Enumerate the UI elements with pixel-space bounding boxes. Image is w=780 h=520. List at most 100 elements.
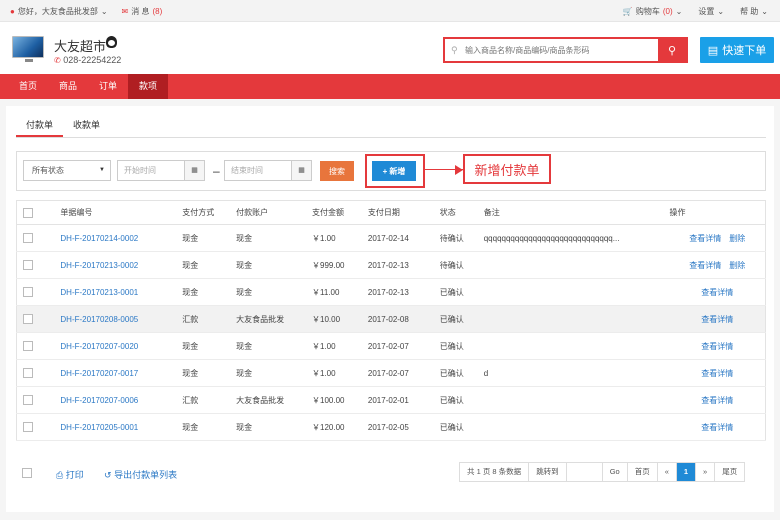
cart-link[interactable]: 🛒 购物车 (0) ⌄ (623, 6, 682, 17)
table-row: DH-F-20170207-0006 汇款 大友食品批发 ￥100.00 2017-02… (16, 386, 766, 414)
date-cell: 2017-02-01 (367, 386, 440, 414)
view-details-link[interactable]: 查看详情 (689, 234, 721, 243)
amount-cell: ￥999.00 (312, 251, 368, 279)
nav-item-products[interactable]: 商品 (48, 74, 88, 99)
actions-cell: 查看详情 (669, 305, 766, 333)
document-icon: ▤ (707, 44, 719, 57)
view-details-link[interactable]: 查看详情 (701, 369, 733, 378)
end-date-input[interactable]: 结束时间 ▦ (224, 160, 312, 181)
search-icon: ⚲ (667, 44, 677, 57)
pager-go-button[interactable]: Go (602, 463, 628, 481)
search-box: ⚲ ⚲ (443, 37, 688, 63)
chevron-down-icon: ⌄ (761, 7, 768, 16)
row-select-cell (16, 305, 61, 333)
select-all-checkbox[interactable] (23, 207, 33, 218)
view-details-link[interactable]: 查看详情 (689, 261, 721, 270)
view-details-link[interactable]: 查看详情 (701, 288, 733, 297)
search-input[interactable] (445, 39, 660, 61)
status-cell: 待确认 (439, 251, 484, 279)
quick-order-button[interactable]: ▤ 快速下单 (700, 37, 774, 63)
status-cell: 已确认 (439, 413, 484, 441)
view-details-link[interactable]: 查看详情 (701, 396, 733, 405)
pager-first-button[interactable]: 首页 (627, 463, 658, 481)
order-number-link[interactable]: DH-F-20170214-0002 (60, 234, 138, 243)
messages-label: 消 息 (131, 7, 150, 16)
row-checkbox[interactable] (23, 341, 33, 351)
view-details-link[interactable]: 查看详情 (701, 342, 733, 351)
chevron-down-icon: ⌄ (717, 7, 725, 16)
delete-link[interactable]: 删除 (729, 261, 745, 270)
pager-goto-input[interactable] (566, 463, 603, 481)
nav-item-orders[interactable]: 订单 (88, 74, 128, 99)
filter-bar: 所有状态 ▼ 开始时间 ▦ – 结束时间 ▦ 搜索 + 新增 新增付款单 (16, 151, 766, 191)
row-checkbox[interactable] (23, 368, 33, 378)
export-link[interactable]: ↺ 导出付款单列表 (104, 468, 177, 481)
row-select-cell (16, 386, 61, 414)
user-menu[interactable]: ● 您好，大友食品批发部 ⌄ (10, 6, 108, 17)
pay-method-cell: 现金 (182, 278, 237, 306)
tab-receipt-orders[interactable]: 收款单 (63, 114, 110, 137)
export-label: 导出付款单列表 (114, 470, 178, 480)
view-details-link[interactable]: 查看详情 (701, 315, 733, 324)
help-menu[interactable]: 帮 助 ⌄ (740, 6, 768, 17)
delete-link[interactable]: 删除 (729, 234, 745, 243)
order-number-link[interactable]: DH-F-20170207-0020 (60, 342, 138, 351)
main-nav: 首页 商品 订单 款项 (0, 74, 780, 99)
nav-item-payments[interactable]: 款项 (128, 74, 169, 99)
calendar-icon[interactable]: ▦ (184, 161, 204, 180)
order-number-link[interactable]: DH-F-20170207-0017 (60, 369, 138, 378)
content-panel: 付款单 收款单 所有状态 ▼ 开始时间 ▦ – 结束时间 ▦ 搜索 + 新增 新… (6, 106, 774, 512)
new-payment-button[interactable]: + 新增 (372, 161, 416, 181)
pager-current-page[interactable]: 1 (676, 463, 697, 481)
row-checkbox[interactable] (23, 287, 33, 297)
account-cell: 现金 (236, 278, 312, 306)
store-phone-number: 028-22254222 (63, 55, 122, 65)
footer-select-all-checkbox[interactable] (22, 468, 32, 478)
row-checkbox[interactable] (23, 314, 33, 324)
note-cell (483, 305, 670, 333)
order-number-link[interactable]: DH-F-20170207-0006 (60, 396, 138, 405)
calendar-icon[interactable]: ▦ (291, 161, 311, 180)
settings-menu[interactable]: 设置 ⌄ (698, 6, 724, 17)
note-cell (483, 413, 670, 441)
order-number-link[interactable]: DH-F-20170213-0002 (60, 261, 138, 270)
col-header-pay-method: 支付方式 (182, 200, 237, 225)
order-number-link[interactable]: DH-F-20170208-0005 (60, 315, 138, 324)
amount-cell: ￥1.00 (312, 332, 368, 360)
print-link[interactable]: ⎙ 打印 (56, 468, 84, 481)
new-button-label: 新增 (389, 166, 406, 176)
row-checkbox[interactable] (23, 233, 33, 243)
actions-cell: 查看详情 (669, 278, 766, 306)
tab-payment-orders[interactable]: 付款单 (16, 114, 64, 137)
row-checkbox[interactable] (23, 260, 33, 270)
row-checkbox[interactable] (23, 422, 33, 432)
annotation-callout: 新增付款单 (463, 154, 551, 184)
start-date-input[interactable]: 开始时间 ▦ (117, 160, 205, 181)
pay-method-cell: 汇款 (182, 386, 237, 414)
chevron-down-icon: ⌄ (675, 7, 683, 16)
order-number-link[interactable]: DH-F-20170205-0001 (60, 423, 138, 432)
date-cell: 2017-02-07 (367, 332, 440, 360)
pager-next-button[interactable]: » (696, 463, 716, 481)
pagination: 共 1 页 8 条数据 跳转到 Go 首页 « 1 » 尾页 (459, 462, 746, 482)
note-cell: d (483, 359, 670, 387)
search-button[interactable]: ⚲ (658, 39, 686, 61)
account-cell: 现金 (236, 359, 312, 387)
status-select[interactable]: 所有状态 ▼ (23, 160, 111, 181)
pay-method-cell: 现金 (182, 224, 237, 252)
pager-last-button[interactable]: 尾页 (715, 463, 745, 481)
filter-search-button[interactable]: 搜索 (320, 161, 354, 181)
actions-cell: 查看详情 删除 (669, 251, 766, 279)
view-details-link[interactable]: 查看详情 (701, 423, 733, 432)
pager-prev-button[interactable]: « (657, 463, 677, 481)
nav-item-home[interactable]: 首页 (8, 74, 48, 99)
date-cell: 2017-02-08 (367, 305, 440, 333)
order-number-link[interactable]: DH-F-20170213-0001 (60, 288, 138, 297)
actions-cell: 查看详情 (669, 413, 766, 441)
row-select-cell (16, 332, 61, 360)
row-checkbox[interactable] (23, 395, 33, 405)
pager-summary: 共 1 页 8 条数据 (460, 463, 530, 481)
pay-method-cell: 现金 (182, 332, 237, 360)
qq-penguin-icon[interactable] (106, 36, 117, 48)
messages-link[interactable]: ✉ 消 息 (8) (122, 6, 163, 17)
